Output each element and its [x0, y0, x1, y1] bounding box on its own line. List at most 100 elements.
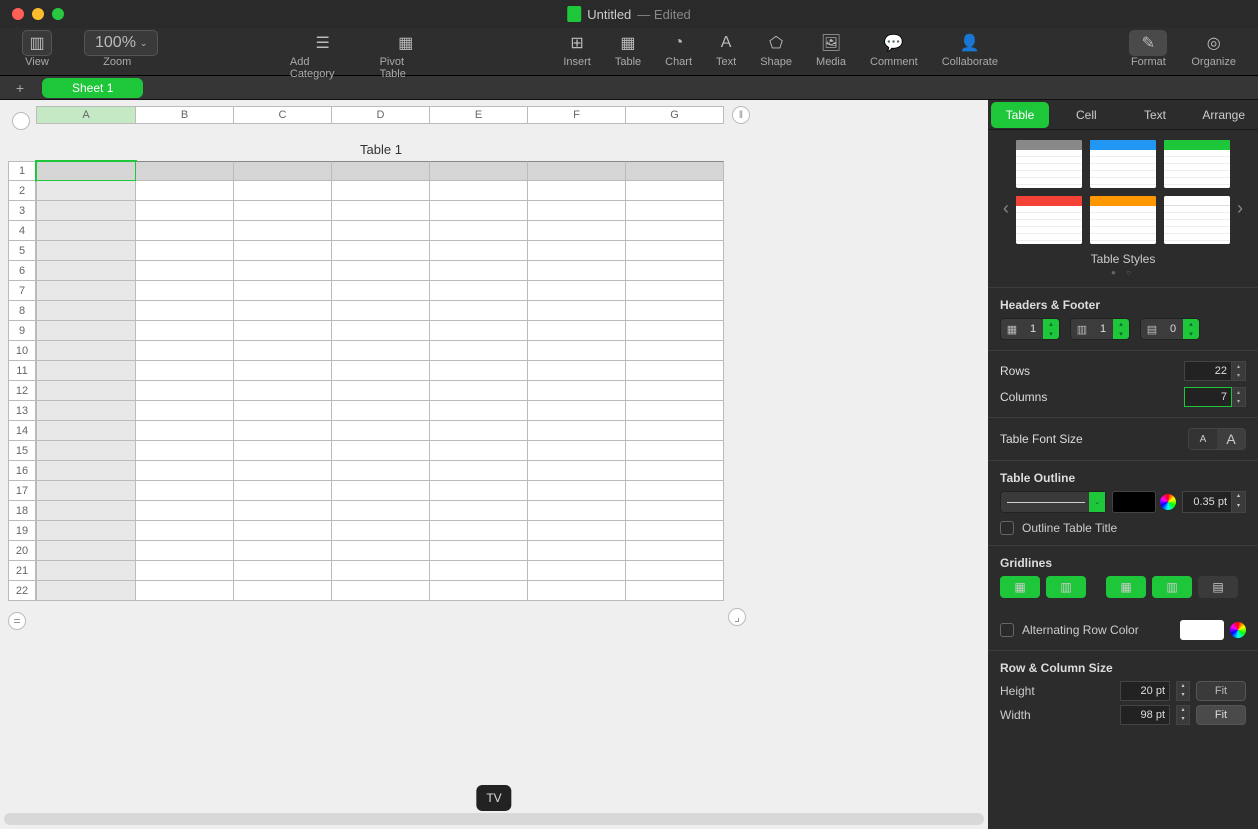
cell-G21[interactable] — [626, 561, 724, 581]
tab-arrange[interactable]: Arrange — [1189, 102, 1258, 128]
cell-C17[interactable] — [234, 481, 332, 501]
table-button[interactable]: ▦ Table — [603, 32, 653, 68]
cell-G17[interactable] — [626, 481, 724, 501]
color-wheel-icon[interactable] — [1230, 622, 1246, 638]
cell-E22[interactable] — [430, 581, 528, 601]
col-header-e[interactable]: E — [430, 106, 528, 124]
cell-D7[interactable] — [332, 281, 430, 301]
cell-A8[interactable] — [36, 301, 136, 321]
outline-color[interactable] — [1112, 491, 1156, 513]
format-button[interactable]: ✎ Format — [1117, 32, 1179, 68]
window-minimize[interactable] — [32, 8, 44, 20]
insert-button[interactable]: ⊞ Insert — [551, 32, 603, 68]
cell-D14[interactable] — [332, 421, 430, 441]
cell-G13[interactable] — [626, 401, 724, 421]
cell-B9[interactable] — [136, 321, 234, 341]
font-size-toggle[interactable]: A A — [1188, 428, 1246, 450]
cell-A14[interactable] — [36, 421, 136, 441]
cell-D15[interactable] — [332, 441, 430, 461]
cell-F10[interactable] — [528, 341, 626, 361]
cell-C1[interactable] — [234, 161, 332, 181]
cell-F2[interactable] — [528, 181, 626, 201]
cell-G5[interactable] — [626, 241, 724, 261]
cell-D2[interactable] — [332, 181, 430, 201]
cell-A20[interactable] — [36, 541, 136, 561]
style-orange[interactable] — [1090, 196, 1156, 244]
row-header-20[interactable]: 20 — [8, 541, 36, 561]
cell-F3[interactable] — [528, 201, 626, 221]
cell-B11[interactable] — [136, 361, 234, 381]
collaborate-button[interactable]: 👤 Collaborate — [930, 32, 1010, 68]
row-header-21[interactable]: 21 — [8, 561, 36, 581]
row-header-1[interactable]: 1 — [8, 161, 36, 181]
cell-D10[interactable] — [332, 341, 430, 361]
outline-title-checkbox[interactable] — [1000, 521, 1014, 535]
cell-F15[interactable] — [528, 441, 626, 461]
cell-A13[interactable] — [36, 401, 136, 421]
cell-D5[interactable] — [332, 241, 430, 261]
cell-B14[interactable] — [136, 421, 234, 441]
style-red[interactable] — [1016, 196, 1082, 244]
cell-E4[interactable] — [430, 221, 528, 241]
font-small[interactable]: A — [1189, 429, 1217, 449]
cell-B3[interactable] — [136, 201, 234, 221]
cell-D9[interactable] — [332, 321, 430, 341]
cell-F21[interactable] — [528, 561, 626, 581]
cell-C18[interactable] — [234, 501, 332, 521]
cell-E7[interactable] — [430, 281, 528, 301]
cell-A9[interactable] — [36, 321, 136, 341]
cell-C21[interactable] — [234, 561, 332, 581]
cell-D13[interactable] — [332, 401, 430, 421]
cell-A1[interactable] — [36, 161, 136, 181]
cell-E13[interactable] — [430, 401, 528, 421]
cell-G8[interactable] — [626, 301, 724, 321]
cell-C20[interactable] — [234, 541, 332, 561]
add-category-button[interactable]: ☰ Add Category — [278, 32, 368, 80]
cell-B12[interactable] — [136, 381, 234, 401]
cell-G7[interactable] — [626, 281, 724, 301]
cell-B5[interactable] — [136, 241, 234, 261]
style-gray[interactable] — [1016, 140, 1082, 188]
cell-E10[interactable] — [430, 341, 528, 361]
cell-F4[interactable] — [528, 221, 626, 241]
view-button[interactable]: ▥ View — [10, 32, 64, 68]
cell-D8[interactable] — [332, 301, 430, 321]
height-input[interactable] — [1120, 681, 1170, 701]
cell-C3[interactable] — [234, 201, 332, 221]
cell-F19[interactable] — [528, 521, 626, 541]
cell-E16[interactable] — [430, 461, 528, 481]
cell-C19[interactable] — [234, 521, 332, 541]
row-header-3[interactable]: 3 — [8, 201, 36, 221]
cell-G9[interactable] — [626, 321, 724, 341]
cell-B15[interactable] — [136, 441, 234, 461]
cell-B6[interactable] — [136, 261, 234, 281]
spreadsheet-canvas[interactable]: ABCDEFG Table 1 123456789101112131415161… — [0, 100, 988, 829]
cell-E5[interactable] — [430, 241, 528, 261]
cell-D17[interactable] — [332, 481, 430, 501]
cell-G10[interactable] — [626, 341, 724, 361]
font-large[interactable]: A — [1217, 429, 1245, 449]
select-all-handle[interactable] — [12, 112, 30, 130]
cell-D19[interactable] — [332, 521, 430, 541]
cell-G18[interactable] — [626, 501, 724, 521]
col-header-g[interactable]: G — [626, 106, 724, 124]
cell-E18[interactable] — [430, 501, 528, 521]
cell-B19[interactable] — [136, 521, 234, 541]
cell-A22[interactable] — [36, 581, 136, 601]
col-header-a[interactable]: A — [36, 106, 136, 124]
gridline-header-v[interactable]: ▥ — [1152, 576, 1192, 598]
width-fit-button[interactable]: Fit — [1196, 705, 1246, 725]
cell-A11[interactable] — [36, 361, 136, 381]
cell-E8[interactable] — [430, 301, 528, 321]
row-header-15[interactable]: 15 — [8, 441, 36, 461]
row-header-13[interactable]: 13 — [8, 401, 36, 421]
cell-B21[interactable] — [136, 561, 234, 581]
cell-C10[interactable] — [234, 341, 332, 361]
cell-F17[interactable] — [528, 481, 626, 501]
cell-F18[interactable] — [528, 501, 626, 521]
cell-E20[interactable] — [430, 541, 528, 561]
comment-button[interactable]: 💬 Comment — [858, 32, 930, 68]
window-zoom[interactable] — [52, 8, 64, 20]
col-header-b[interactable]: B — [136, 106, 234, 124]
cell-G4[interactable] — [626, 221, 724, 241]
